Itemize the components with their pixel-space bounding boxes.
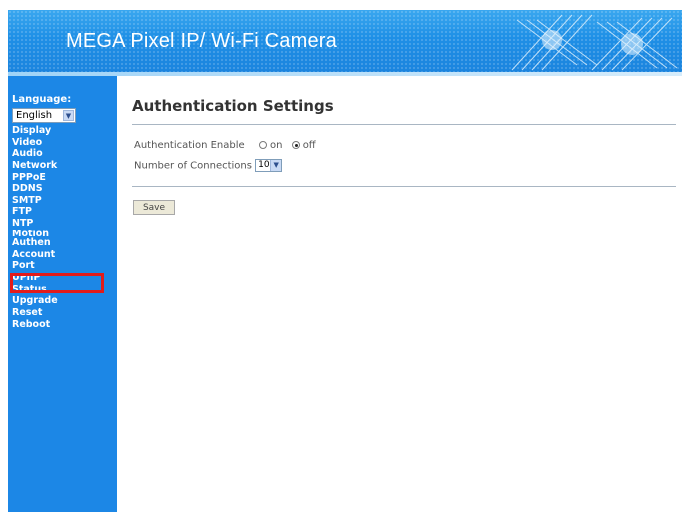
auth-enable-off-radio[interactable] — [291, 141, 300, 149]
sidebar-item-audio[interactable]: Audio — [8, 148, 117, 160]
auth-enable-on-radio[interactable] — [259, 141, 268, 149]
save-button[interactable]: Save — [133, 200, 175, 215]
header-decoration-graphic — [511, 14, 678, 71]
page-title: Authentication Settings — [132, 97, 334, 115]
sidebar-item-upgrade[interactable]: Upgrade — [8, 295, 117, 307]
chevron-down-icon[interactable]: ▼ — [270, 160, 282, 171]
active-item-highlight — [10, 273, 104, 293]
sidebar-item-port[interactable]: Port — [8, 260, 117, 272]
auth-enable-label: Authentication Enable — [134, 140, 245, 151]
header-banner: MEGA Pixel IP/ Wi-Fi Camera — [8, 10, 682, 72]
auth-enable-on-label[interactable]: on — [270, 140, 282, 151]
connections-label: Number of Connections — [134, 160, 252, 172]
form-divider — [132, 186, 676, 187]
language-select[interactable]: English ▼ — [12, 108, 76, 123]
sidebar-item-video[interactable]: Video — [8, 137, 117, 149]
language-label: Language: — [12, 94, 72, 105]
sidebar-item-reboot[interactable]: Reboot — [8, 319, 117, 331]
sidebar-item-pppoe[interactable]: PPPoE — [8, 172, 117, 184]
language-select-value: English — [16, 110, 53, 121]
connections-select[interactable]: 10 ▼ — [255, 159, 283, 172]
connections-row: Number of Connections 10 ▼ — [134, 159, 283, 172]
sidebar-item-smtp[interactable]: SMTP — [8, 195, 117, 207]
sidebar: Language: English ▼ Display Video Audio … — [8, 76, 117, 512]
sidebar-menu: Display Video Audio Network PPPoE DDNS S… — [8, 125, 117, 330]
sidebar-item-ftp[interactable]: FTP — [8, 206, 117, 218]
sidebar-item-ddns[interactable]: DDNS — [8, 183, 117, 195]
sidebar-item-reset[interactable]: Reset — [8, 307, 117, 319]
auth-enable-off-label[interactable]: off — [303, 140, 316, 151]
sidebar-item-authen[interactable]: Authen — [8, 236, 117, 249]
sidebar-item-ntp[interactable]: NTP — [8, 218, 117, 230]
sidebar-item-display[interactable]: Display — [8, 125, 117, 137]
title-divider — [132, 124, 676, 125]
sidebar-item-network[interactable]: Network — [8, 160, 117, 172]
chevron-down-icon[interactable]: ▼ — [63, 110, 74, 121]
app-title: MEGA Pixel IP/ Wi-Fi Camera — [66, 30, 337, 52]
sidebar-item-account[interactable]: Account — [8, 249, 117, 261]
auth-enable-row: Authentication Enable on off — [134, 140, 322, 151]
connections-select-value: 10 — [258, 160, 270, 170]
